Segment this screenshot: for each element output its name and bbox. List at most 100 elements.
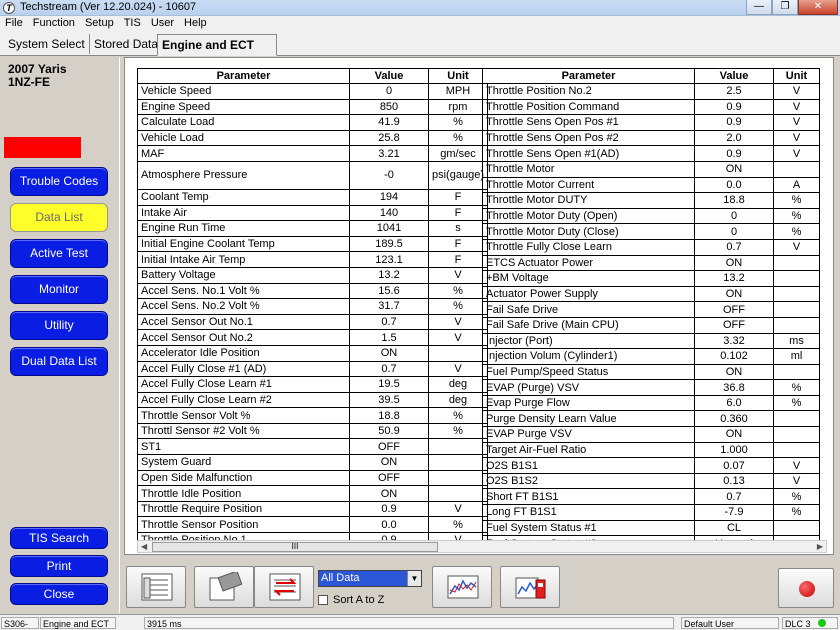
fuel-graph-button[interactable] [500, 566, 560, 608]
column-header-parameter[interactable]: Parameter [137, 68, 350, 84]
table-row[interactable]: Short FT B1S1 0.7% [482, 488, 820, 506]
menu-tis[interactable]: TIS [124, 16, 141, 32]
table-row[interactable]: Fuel Pump/Speed Status ON [482, 363, 820, 381]
table-row[interactable]: ETCS Actuator Power ON [482, 254, 820, 272]
table-row[interactable]: Fail Safe Drive (Main CPU) OFF [482, 316, 820, 334]
table-row[interactable]: O2S B1S2 0.13 V [482, 472, 820, 490]
table-row[interactable]: Throttle Motor Duty (Close) 0% [482, 223, 820, 240]
table-row[interactable]: Coolant Temp 194 F [137, 188, 488, 206]
table-row[interactable]: Injection Volum (Cylinder1) 0.102 ml [482, 348, 820, 365]
table-row[interactable]: Throttle Sensor Position 0.0% [137, 516, 488, 534]
column-header-unit[interactable]: Unit [428, 68, 488, 84]
table-row[interactable]: MAF 3.21 gm/sec [137, 145, 488, 162]
table-row[interactable]: Purge Density Learn Value 0.360 [482, 410, 820, 428]
table-row[interactable]: Throttle Position No.2 2.5 V [482, 83, 820, 100]
sort-a-to-z-checkbox[interactable]: Sort A to Z [318, 594, 384, 606]
table-row[interactable]: Throttle Idle Position ON [137, 485, 488, 502]
menu-user[interactable]: User [151, 16, 174, 32]
minimize-button[interactable]: — [746, 0, 772, 15]
table-row[interactable]: Accel Sens. No.2 Volt % 31.7% [137, 298, 488, 315]
table-row[interactable]: Calculate Load 41.9% [137, 114, 488, 131]
table-row[interactable]: Open Side Malfunction OFF [137, 469, 488, 487]
table-row[interactable]: Accel Sensor Out No.2 1.5 V [137, 329, 488, 346]
table-row[interactable]: Accel Fully Close Learn #2 39.5 deg [137, 391, 488, 409]
table-row[interactable]: Accel Sensor Out No.1 0.7 V [137, 313, 488, 331]
table-row[interactable]: System Guard ON [137, 454, 488, 471]
horizontal-scrollbar[interactable]: ◀ III ▶ [137, 540, 827, 553]
graph-button[interactable] [432, 566, 492, 608]
menu-help[interactable]: Help [184, 16, 207, 32]
monitor-button[interactable]: Monitor [10, 275, 108, 304]
table-row[interactable]: Evap Purge Flow 6.0% [482, 394, 820, 412]
scroll-left-icon[interactable]: ◀ [141, 541, 147, 553]
table-row[interactable]: +BM Voltage 13.2 [482, 270, 820, 287]
table-row[interactable]: Initial Engine Coolant Temp 189.5 F [137, 235, 488, 253]
dropdown-arrow-icon[interactable]: ▼ [407, 571, 421, 586]
table-row[interactable]: Accel Fully Close Learn #1 19.5 deg [137, 376, 488, 393]
table-row[interactable]: Throttle Sens Open #1(AD) 0.9 V [482, 145, 820, 162]
table-row[interactable]: Vehicle Load 25.8% [137, 129, 488, 147]
tab-stored-data[interactable]: Stored Data [90, 34, 164, 54]
table-row[interactable]: Initial Intake Air Temp 123.1 F [137, 251, 488, 268]
table-row[interactable]: Throttle Motor Duty (Open) 0% [482, 207, 820, 225]
table-row[interactable]: Target Air-Fuel Ratio 1.000 [482, 441, 820, 459]
table-row[interactable]: Vehicle Speed 0 MPH [137, 83, 488, 100]
close-button[interactable]: Close [10, 583, 108, 605]
cell-parameter: Accel Fully Close #1 (AD) [137, 360, 350, 378]
table-row[interactable]: Accel Fully Close #1 (AD) 0.7 V [137, 360, 488, 378]
utility-button[interactable]: Utility [10, 311, 108, 340]
table-row[interactable]: Throttle Motor DUTY 18.8% [482, 192, 820, 209]
maximize-button[interactable]: ❐ [772, 0, 798, 15]
data-list-button[interactable]: Data List [10, 203, 108, 232]
table-row[interactable]: Engine Speed 850 rpm [137, 98, 488, 116]
table-row[interactable]: Throttle Motor ON [482, 160, 820, 178]
dual-data-list-button[interactable]: Dual Data List [10, 347, 108, 376]
table-row[interactable]: EVAP (Purge) VSV 36.8% [482, 379, 820, 396]
table-row[interactable]: Throttle Require Position 0.9 V [137, 500, 488, 518]
table-row[interactable]: Long FT B1S1 -7.9% [482, 504, 820, 521]
table-row[interactable]: Engine Run Time 1041 s [137, 220, 488, 237]
column-header-unit[interactable]: Unit [773, 68, 820, 84]
table-row[interactable]: Throttle Sens Open Pos #2 2.0 V [482, 129, 820, 147]
select-data-button[interactable] [126, 566, 186, 608]
table-row[interactable]: Actuator Power Supply ON [482, 285, 820, 303]
menu-setup[interactable]: Setup [85, 16, 114, 32]
table-row[interactable]: Battery Voltage 13.2 V [137, 266, 488, 284]
tab-system-select[interactable]: System Select [4, 34, 90, 54]
table-row[interactable]: Fail Safe Drive OFF [482, 301, 820, 318]
record-button[interactable] [778, 568, 834, 608]
close-window-button[interactable]: ✕ [798, 0, 838, 15]
table-row[interactable]: O2S B1S1 0.07 V [482, 457, 820, 474]
table-row[interactable]: Accel Sens. No.1 Volt % 15.6% [137, 282, 488, 300]
print-button[interactable]: Print [10, 555, 108, 577]
table-row[interactable]: Throttle Position Command 0.9 V [482, 98, 820, 116]
column-header-value[interactable]: Value [694, 68, 774, 84]
snapshot-button[interactable] [194, 566, 254, 608]
table-row[interactable]: Injector (Port) 3.32 ms [482, 332, 820, 350]
table-row[interactable]: Throttle Sensor Volt % 18.8% [137, 407, 488, 424]
table-row[interactable]: Accelerator Idle Position ON [137, 344, 488, 362]
scroll-right-icon[interactable]: ▶ [817, 541, 823, 553]
table-row[interactable]: ST1 OFF [137, 438, 488, 456]
trouble-codes-button[interactable]: Trouble Codes [10, 167, 108, 196]
menu-function[interactable]: Function [33, 16, 75, 32]
data-group-select[interactable]: All Data ▼ [318, 570, 422, 587]
tis-search-button[interactable]: TIS Search [10, 527, 108, 549]
checkbox-box[interactable] [318, 595, 328, 605]
tab-engine-ect-live[interactable]: Engine and ECT Live [157, 34, 277, 72]
table-row[interactable]: Intake Air 140 F [137, 204, 488, 222]
table-row[interactable]: Throttle Sens Open Pos #1 0.9 V [482, 114, 820, 131]
table-row[interactable]: Throttle Motor Current 0.0 A [482, 176, 820, 194]
column-header-parameter[interactable]: Parameter [482, 68, 695, 84]
table-row[interactable]: Fuel System Status #1 CL [482, 519, 820, 537]
table-row[interactable]: Throttl Sensor #2 Volt % 50.9% [137, 422, 488, 440]
column-header-value[interactable]: Value [349, 68, 429, 84]
table-row[interactable]: EVAP Purge VSV ON [482, 426, 820, 443]
scrollbar-thumb[interactable]: III [152, 542, 438, 552]
active-test-button[interactable]: Active Test [10, 239, 108, 268]
cell-parameter: Throttle Sens Open Pos #1 [482, 114, 695, 131]
table-row[interactable]: Atmosphere Pressure -0 psi(gauge) [137, 160, 488, 190]
table-row[interactable]: Throttle Fully Close Learn 0.7 V [482, 238, 820, 256]
menu-file[interactable]: File [5, 16, 23, 32]
group-list-button[interactable] [254, 566, 314, 608]
